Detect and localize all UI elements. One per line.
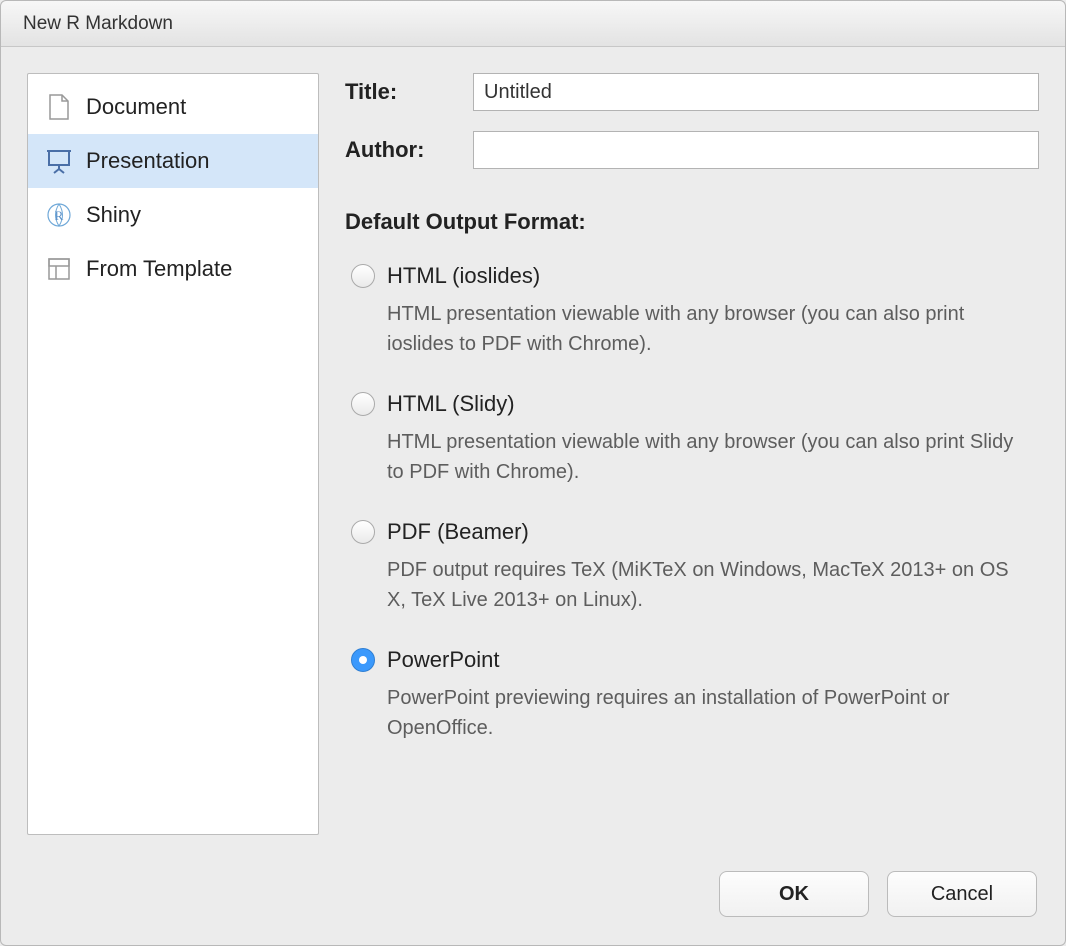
dialog-titlebar: New R Markdown [1, 1, 1065, 47]
format-head: HTML (ioslides) [351, 263, 1039, 289]
format-title: HTML (ioslides) [387, 263, 540, 289]
sidebar-item-presentation[interactable]: Presentation [28, 134, 318, 188]
radio-powerpoint[interactable] [351, 648, 375, 672]
ok-button[interactable]: OK [719, 871, 869, 917]
radio-ioslides[interactable] [351, 264, 375, 288]
document-icon [46, 94, 72, 120]
format-head: PowerPoint [351, 647, 1039, 673]
radio-beamer[interactable] [351, 520, 375, 544]
sidebar-item-label: Document [86, 94, 186, 120]
sidebar-item-label: Shiny [86, 202, 141, 228]
format-option-ioslides: HTML (ioslides) HTML presentation viewab… [345, 263, 1039, 359]
sidebar-item-label: Presentation [86, 148, 210, 174]
svg-text:R: R [55, 208, 64, 223]
output-format-header: Default Output Format: [345, 209, 1039, 235]
author-row: Author: [345, 131, 1039, 169]
radio-slidy[interactable] [351, 392, 375, 416]
dialog-footer: OK Cancel [1, 871, 1065, 945]
sidebar-item-document[interactable]: Document [28, 80, 318, 134]
template-icon [46, 256, 72, 282]
shiny-icon: R [46, 202, 72, 228]
main-panel: Title: Author: Default Output Format: HT… [345, 73, 1039, 845]
sidebar-item-shiny[interactable]: R Shiny [28, 188, 318, 242]
new-rmarkdown-dialog: New R Markdown Document [0, 0, 1066, 946]
format-option-powerpoint: PowerPoint PowerPoint previewing require… [345, 647, 1039, 743]
author-input[interactable] [473, 131, 1039, 169]
dialog-body: Document Presentation [1, 47, 1065, 871]
format-desc: PDF output requires TeX (MiKTeX on Windo… [387, 555, 1027, 615]
format-title: HTML (Slidy) [387, 391, 515, 417]
cancel-button[interactable]: Cancel [887, 871, 1037, 917]
format-desc: HTML presentation viewable with any brow… [387, 427, 1027, 487]
sidebar-item-from-template[interactable]: From Template [28, 242, 318, 296]
sidebar-item-label: From Template [86, 256, 232, 282]
format-title: PowerPoint [387, 647, 500, 673]
format-desc: PowerPoint previewing requires an instal… [387, 683, 1027, 743]
format-head: PDF (Beamer) [351, 519, 1039, 545]
format-head: HTML (Slidy) [351, 391, 1039, 417]
author-label: Author: [345, 137, 473, 163]
title-input[interactable] [473, 73, 1039, 111]
title-label: Title: [345, 79, 473, 105]
format-title: PDF (Beamer) [387, 519, 529, 545]
format-option-slidy: HTML (Slidy) HTML presentation viewable … [345, 391, 1039, 487]
presentation-icon [46, 148, 72, 174]
format-desc: HTML presentation viewable with any brow… [387, 299, 1027, 359]
title-row: Title: [345, 73, 1039, 111]
format-option-beamer: PDF (Beamer) PDF output requires TeX (Mi… [345, 519, 1039, 615]
sidebar: Document Presentation [27, 73, 319, 835]
dialog-title: New R Markdown [23, 13, 173, 35]
